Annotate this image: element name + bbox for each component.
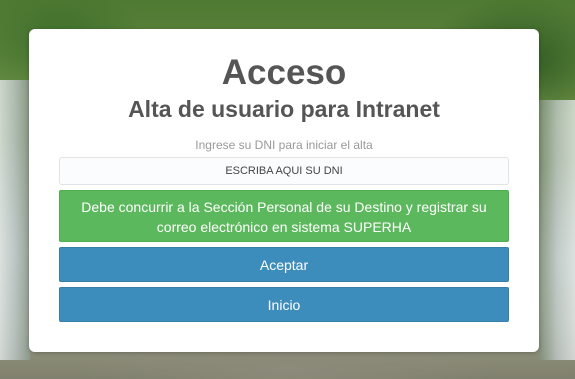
notice-alert: Debe concurrir a la Sección Personal de … (59, 190, 509, 242)
dni-input[interactable] (59, 157, 509, 185)
page-title: Acceso (221, 53, 347, 92)
home-button[interactable]: Inicio (59, 287, 509, 322)
dni-hint-label: Ingrese su DNI para iniciar el alta (195, 138, 373, 152)
login-card: Acceso Alta de usuario para Intranet Ing… (29, 29, 539, 352)
page-subtitle: Alta de usuario para Intranet (128, 96, 440, 122)
accept-button[interactable]: Aceptar (59, 247, 509, 282)
